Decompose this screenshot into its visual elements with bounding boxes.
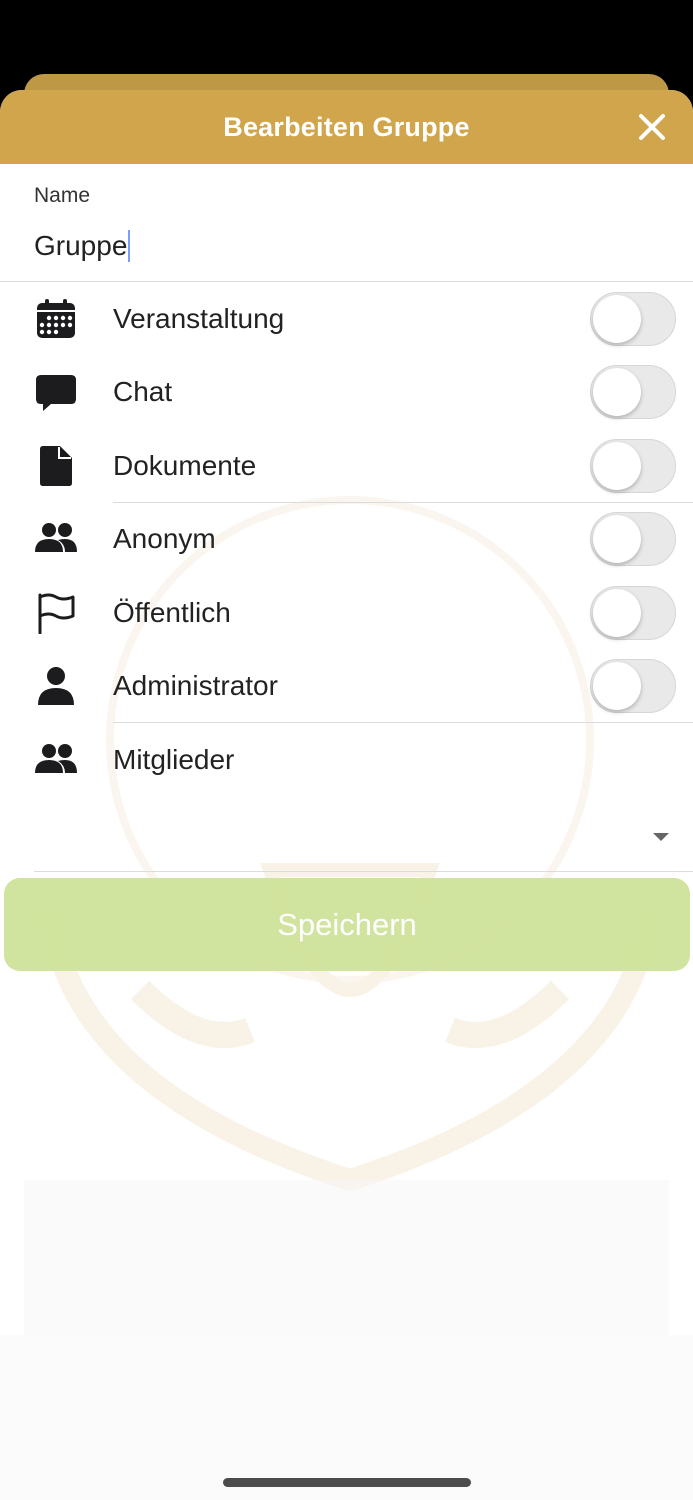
toggle-chat[interactable] bbox=[590, 365, 676, 420]
option-row-anonym: Anonym bbox=[0, 503, 693, 577]
option-label: Öffentlich bbox=[113, 596, 231, 628]
name-value: Gruppe bbox=[34, 230, 128, 261]
members-select[interactable] bbox=[34, 797, 693, 872]
flag-icon bbox=[34, 591, 78, 635]
toggle-administrator[interactable] bbox=[590, 659, 676, 714]
toggle-knob bbox=[593, 368, 641, 417]
toggle-anonym[interactable] bbox=[590, 512, 676, 567]
option-row-chat: Chat bbox=[0, 356, 693, 430]
toggle-knob bbox=[593, 662, 641, 711]
person-icon bbox=[34, 664, 78, 708]
toggle-knob bbox=[593, 294, 641, 343]
option-label: Anonym bbox=[113, 523, 216, 555]
toggle-knob bbox=[593, 515, 641, 564]
option-row-dokumente: Dokumente bbox=[0, 429, 693, 503]
close-button[interactable] bbox=[637, 112, 667, 142]
close-icon bbox=[639, 114, 665, 140]
document-icon bbox=[34, 444, 78, 488]
users-icon bbox=[34, 738, 78, 782]
members-label: Mitglieder bbox=[113, 743, 235, 775]
name-label: Name bbox=[34, 184, 91, 207]
calendar-icon bbox=[34, 297, 78, 341]
toggle-veranstaltung[interactable] bbox=[590, 291, 676, 346]
toggle-knob bbox=[593, 588, 641, 637]
option-label: Veranstaltung bbox=[113, 302, 285, 334]
option-row-veranstaltung: Veranstaltung bbox=[0, 282, 693, 356]
edit-group-sheet: Bearbeiten Gruppe Name Gruppe Veranstalt… bbox=[0, 90, 693, 1500]
group-form: Name Gruppe Veranstaltung Chat Dokumente… bbox=[0, 164, 693, 872]
option-label: Chat bbox=[113, 376, 173, 408]
members-row: Mitglieder bbox=[0, 723, 693, 797]
option-label: Dokumente bbox=[113, 449, 257, 481]
background-content bbox=[24, 1180, 669, 1335]
option-row-administrator: Administrator bbox=[0, 650, 693, 724]
text-caret bbox=[128, 230, 131, 262]
option-label: Administrator bbox=[113, 670, 278, 702]
toggle-oeffentlich[interactable] bbox=[590, 585, 676, 640]
save-button[interactable]: Speichern bbox=[4, 878, 690, 971]
home-indicator bbox=[223, 1478, 471, 1487]
toggle-knob bbox=[593, 441, 641, 490]
page-title: Bearbeiten Gruppe bbox=[223, 111, 470, 142]
name-field[interactable]: Name Gruppe bbox=[0, 164, 693, 282]
background-content-lower bbox=[0, 1335, 693, 1500]
name-input[interactable]: Gruppe bbox=[34, 230, 659, 262]
sheet-header: Bearbeiten Gruppe bbox=[0, 90, 693, 164]
toggle-dokumente[interactable] bbox=[590, 438, 676, 493]
chat-bubble-icon bbox=[34, 370, 78, 414]
chevron-down-icon[interactable] bbox=[653, 832, 669, 841]
users-icon bbox=[34, 517, 78, 561]
option-row-oeffentlich: Öffentlich bbox=[0, 576, 693, 650]
